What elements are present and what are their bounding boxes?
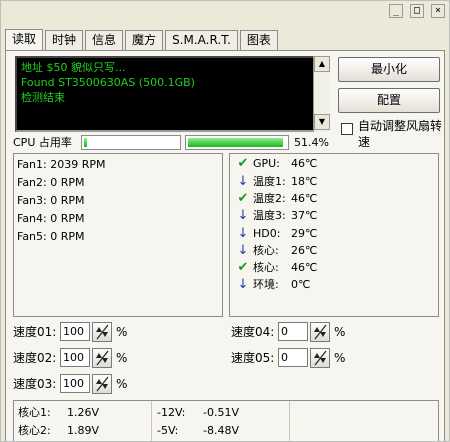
speed04-label: 速度04: xyxy=(231,325,275,339)
down-arrow-icon: ↓ xyxy=(237,226,249,241)
voltage-divider xyxy=(151,401,152,441)
down-arrow-icon: ↓ xyxy=(237,277,249,292)
speed04-spinner[interactable] xyxy=(310,322,330,342)
voltage-value: -8.48V xyxy=(203,424,239,437)
config-button[interactable]: 配置 xyxy=(338,88,440,113)
speed05-label: 速度05: xyxy=(231,351,275,365)
check-icon: ✔ xyxy=(237,260,249,275)
fan-reading: Fan1: 2039 RPM xyxy=(17,158,106,171)
cpu-bar-small xyxy=(81,135,181,150)
scroll-up-icon[interactable]: ▲ xyxy=(314,56,330,72)
speed03-input[interactable]: 100 xyxy=(60,374,90,393)
fan-reading: Fan2: 0 RPM xyxy=(17,176,85,189)
tab-cube[interactable]: 魔方 xyxy=(125,30,164,50)
tab-info[interactable]: 信息 xyxy=(85,30,124,50)
down-arrow-icon: ↓ xyxy=(237,208,249,223)
scroll-down-icon[interactable]: ▼ xyxy=(314,114,330,130)
check-icon: ✔ xyxy=(237,191,249,206)
log-line: 地址 $50 貌似只写... xyxy=(21,61,126,74)
spin-arrows-icon xyxy=(96,350,109,366)
speed03-unit: % xyxy=(116,377,128,391)
log-scrollbar[interactable]: ▲ ▼ xyxy=(313,56,330,132)
fan-reading: Fan5: 0 RPM xyxy=(17,230,85,243)
speed01-input[interactable]: 100 xyxy=(60,322,90,341)
cpu-usage-percent: 51.4% xyxy=(294,136,329,149)
tab-chart[interactable]: 图表 xyxy=(239,30,278,50)
check-icon: ✔ xyxy=(237,156,249,171)
voltage-label: -12V: xyxy=(157,406,186,419)
speed04-unit: % xyxy=(334,325,346,339)
down-arrow-icon: ↓ xyxy=(237,243,249,258)
tab-strip: 读取 时钟 信息 魔方 S.M.A.R.T. 图表 xyxy=(5,28,280,51)
speed01-spinner[interactable] xyxy=(92,322,112,342)
voltage-label: 核心2: xyxy=(18,424,51,437)
voltage-label: 核心1: xyxy=(18,406,51,419)
tab-read[interactable]: 读取 xyxy=(5,29,44,51)
cpu-usage-label: CPU 占用率 xyxy=(13,136,72,149)
speed05-input[interactable]: 0 xyxy=(278,348,308,367)
speed02-label: 速度02: xyxy=(13,351,57,365)
maximize-window-button[interactable]: □ xyxy=(410,4,424,18)
log-line: Found ST3500630AS (500.1GB) xyxy=(21,76,195,89)
close-window-button[interactable]: × xyxy=(431,4,445,18)
down-arrow-icon: ↓ xyxy=(237,174,249,189)
speed02-unit: % xyxy=(116,351,128,365)
auto-fan-label: 自动调整风扇转速 xyxy=(358,119,443,149)
voltage-label: -5V: xyxy=(157,424,179,437)
fan-reading: Fan3: 0 RPM xyxy=(17,194,85,207)
log-line: 检测结束 xyxy=(21,91,65,104)
cpu-bar-small-fill xyxy=(84,138,87,147)
main-window: _ □ × 读取 时钟 信息 魔方 S.M.A.R.T. 图表 地址 $50 貌… xyxy=(0,0,450,442)
speed05-unit: % xyxy=(334,351,346,365)
spin-arrows-icon xyxy=(96,376,109,392)
log-console[interactable]: 地址 $50 貌似只写... Found ST3500630AS (500.1G… xyxy=(15,56,329,132)
speed02-spinner[interactable] xyxy=(92,348,112,368)
voltage-value: 1.89V xyxy=(67,424,100,437)
title-bar: _ □ × xyxy=(1,1,449,21)
speed04-input[interactable]: 0 xyxy=(278,322,308,341)
cpu-usage-bar xyxy=(185,135,289,150)
speed03-label: 速度03: xyxy=(13,377,57,391)
cpu-usage-bar-fill xyxy=(188,138,283,147)
tab-clock[interactable]: 时钟 xyxy=(45,30,84,50)
spin-arrows-icon xyxy=(314,324,327,340)
spin-arrows-icon xyxy=(96,324,109,340)
speed01-unit: % xyxy=(116,325,128,339)
tab-smart[interactable]: S.M.A.R.T. xyxy=(165,30,238,50)
speed01-label: 速度01: xyxy=(13,325,57,339)
minimize-to-tray-button[interactable]: 最小化 xyxy=(338,57,440,82)
voltage-value: 1.26V xyxy=(67,406,100,419)
spin-arrows-icon xyxy=(314,350,327,366)
voltage-divider xyxy=(289,401,290,441)
voltage-value: -0.51V xyxy=(203,406,239,419)
speed05-spinner[interactable] xyxy=(310,348,330,368)
fan-reading: Fan4: 0 RPM xyxy=(17,212,85,225)
speed03-spinner[interactable] xyxy=(92,374,112,394)
minimize-window-button[interactable]: _ xyxy=(389,4,403,18)
speed02-input[interactable]: 100 xyxy=(60,348,90,367)
auto-fan-checkbox[interactable] xyxy=(341,123,353,135)
